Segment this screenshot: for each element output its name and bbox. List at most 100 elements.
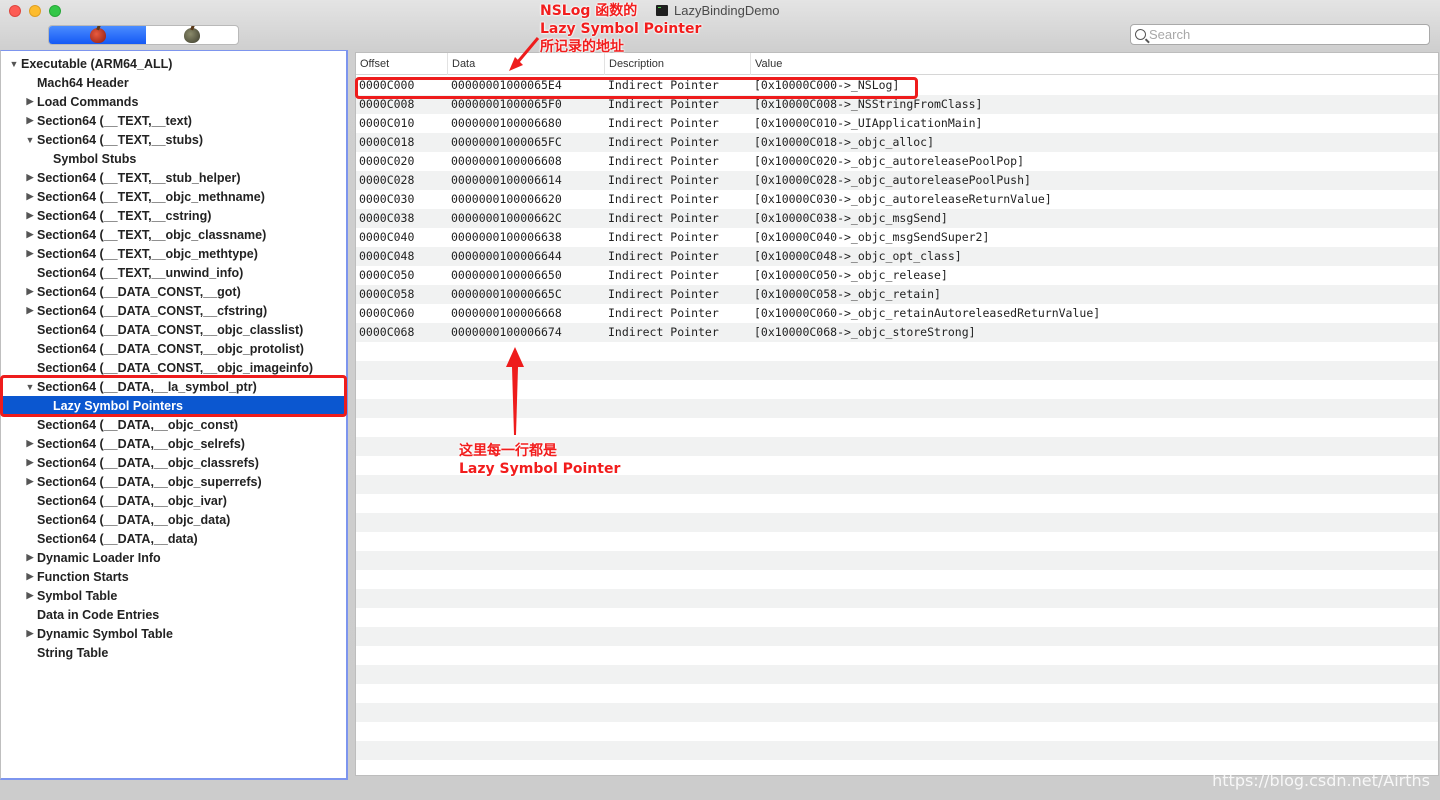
tree-item[interactable]: Section64 (__DATA,__objc_data) (1, 510, 346, 529)
tree-item[interactable]: ▶ Section64 (__TEXT,__objc_classname) (1, 225, 346, 244)
cell-data: 00000001000065FC (451, 135, 562, 149)
column-header-offset[interactable]: Offset (356, 53, 448, 75)
cell-description: Indirect Pointer (608, 192, 719, 206)
tree-item[interactable]: ▼ Section64 (__DATA,__la_symbol_ptr) (1, 377, 346, 396)
tree-item-label: Section64 (__TEXT,__objc_classname) (37, 227, 267, 242)
table-row[interactable]: 0000C020 0000000100006608 Indirect Pointer… (356, 152, 1438, 171)
cell-data: 0000000100006608 (451, 154, 562, 168)
tree-item[interactable]: ▶ Section64 (__DATA_CONST,__cfstring) (1, 301, 346, 320)
zoom-window-button[interactable] (49, 5, 61, 17)
disclosure-closed-icon[interactable]: ▶ (25, 115, 35, 126)
sidebar-tree[interactable]: ▼ Executable (ARM64_ALL) Mach64 Header ▶ Loa… (0, 50, 348, 780)
tree-item[interactable]: Lazy Symbol Pointers (1, 396, 346, 415)
tree-item[interactable]: ▶ Section64 (__TEXT,__objc_methtype) (1, 244, 346, 263)
tree-item-label: Section64 (__DATA_CONST,__cfstring) (37, 303, 268, 318)
view-mode-segmented-control (48, 25, 239, 45)
column-header-value[interactable]: Value (751, 53, 1438, 75)
tree-item[interactable]: ▶ Section64 (__TEXT,__objc_methname) (1, 187, 346, 206)
cell-offset: 0000C058 (359, 287, 415, 301)
tree-item-label: Section64 (__DATA,__data) (37, 531, 198, 546)
tree-item[interactable]: ▶ Section64 (__TEXT,__text) (1, 111, 346, 130)
cell-value: [0x10000C040->_objc_msgSendSuper2] (754, 230, 990, 244)
tree-item[interactable]: ▶ Section64 (__TEXT,__stub_helper) (1, 168, 346, 187)
cell-value: [0x10000C020->_objc_autoreleasePoolPop] (754, 154, 1025, 168)
tree-item[interactable]: ▶ Symbol Table (1, 586, 346, 605)
table-row[interactable]: 0000C038 000000010000662C Indirect Pointer… (356, 209, 1438, 228)
table-row[interactable]: 0000C058 000000010000665C Indirect Pointer… (356, 285, 1438, 304)
search-field[interactable] (1130, 24, 1430, 45)
tree-item[interactable]: ▼ Executable (ARM64_ALL) (1, 54, 346, 73)
column-header-description[interactable]: Description (605, 53, 751, 75)
tree-item[interactable]: ▶ Function Starts (1, 567, 346, 586)
table-row[interactable]: 0000C048 0000000100006644 Indirect Pointer… (356, 247, 1438, 266)
disclosure-closed-icon[interactable]: ▶ (25, 96, 35, 107)
tree-item[interactable]: String Table (1, 643, 346, 662)
tree-item[interactable]: Symbol Stubs (1, 149, 346, 168)
tree-item[interactable]: ▶ Section64 (__DATA,__objc_classrefs) (1, 453, 346, 472)
tree-item[interactable]: Section64 (__DATA,__data) (1, 529, 346, 548)
table-row[interactable]: 0000C018 00000001000065FC Indirect Pointer… (356, 133, 1438, 152)
search-input[interactable] (1149, 27, 1419, 42)
disclosure-closed-icon[interactable]: ▶ (25, 438, 35, 449)
segment-raw[interactable] (49, 26, 146, 44)
tree-item[interactable]: ▶ Dynamic Symbol Table (1, 624, 346, 643)
tree-item[interactable]: Mach64 Header (1, 73, 346, 92)
disclosure-closed-icon[interactable]: ▶ (25, 248, 35, 259)
tree-item[interactable]: ▼ Section64 (__TEXT,__stubs) (1, 130, 346, 149)
disclosure-open-icon[interactable]: ▼ (25, 135, 35, 145)
disclosure-closed-icon[interactable]: ▶ (25, 457, 35, 468)
disclosure-closed-icon[interactable]: ▶ (25, 210, 35, 221)
empty-table-row (356, 703, 1438, 722)
table-row[interactable]: 0000C030 0000000100006620 Indirect Pointer… (356, 190, 1438, 209)
disclosure-closed-icon[interactable]: ▶ (25, 172, 35, 183)
tree-item-label: Section64 (__TEXT,__stub_helper) (37, 170, 241, 185)
tree-item[interactable]: Section64 (__DATA,__objc_ivar) (1, 491, 346, 510)
table-row[interactable]: 0000C010 0000000100006680 Indirect Pointer… (356, 114, 1438, 133)
tree-item[interactable]: ▶ Section64 (__TEXT,__cstring) (1, 206, 346, 225)
table-row[interactable]: 0000C060 0000000100006668 Indirect Pointer… (356, 304, 1438, 323)
cell-description: Indirect Pointer (608, 306, 719, 320)
table-row[interactable]: 0000C050 0000000100006650 Indirect Pointer… (356, 266, 1438, 285)
disclosure-closed-icon[interactable]: ▶ (25, 229, 35, 240)
disclosure-closed-icon[interactable]: ▶ (25, 571, 35, 582)
empty-table-row (356, 608, 1438, 627)
disclosure-open-icon[interactable]: ▼ (9, 59, 19, 69)
table-row[interactable]: 0000C040 0000000100006638 Indirect Pointer… (356, 228, 1438, 247)
disclosure-closed-icon[interactable]: ▶ (25, 628, 35, 639)
cell-data: 0000000100006668 (451, 306, 562, 320)
cell-description: Indirect Pointer (608, 268, 719, 282)
cell-value: [0x10000C060->_objc_retainAutoreleasedRe… (754, 306, 1101, 320)
close-window-button[interactable] (9, 5, 21, 17)
tree-item[interactable]: ▶ Section64 (__DATA,__objc_selrefs) (1, 434, 346, 453)
tree-item[interactable]: Section64 (__DATA_CONST,__objc_protolist… (1, 339, 346, 358)
tree-item[interactable]: Data in Code Entries (1, 605, 346, 624)
disclosure-open-icon[interactable]: ▼ (25, 382, 35, 392)
cell-data: 00000001000065E4 (451, 78, 562, 92)
tree-item[interactable]: ▶ Dynamic Loader Info (1, 548, 346, 567)
tree-item[interactable]: ▶ Load Commands (1, 92, 346, 111)
disclosure-closed-icon[interactable]: ▶ (25, 286, 35, 297)
cell-data: 0000000100006680 (451, 116, 562, 130)
table-row[interactable]: 0000C008 00000001000065F0 Indirect Pointer… (356, 95, 1438, 114)
segment-rva[interactable] (146, 26, 238, 44)
tree-item[interactable]: ▶ Section64 (__DATA,__objc_superrefs) (1, 472, 346, 491)
disclosure-closed-icon[interactable]: ▶ (25, 476, 35, 487)
tree-item[interactable]: Section64 (__DATA_CONST,__objc_imageinfo… (1, 358, 346, 377)
cell-data: 0000000100006650 (451, 268, 562, 282)
disclosure-closed-icon[interactable]: ▶ (25, 590, 35, 601)
tree-item[interactable]: ▶ Section64 (__DATA_CONST,__got) (1, 282, 346, 301)
tree-item-label: Symbol Stubs (53, 151, 137, 166)
tree-item[interactable]: Section64 (__TEXT,__unwind_info) (1, 263, 346, 282)
tree-item[interactable]: Section64 (__DATA_CONST,__objc_classlist… (1, 320, 346, 339)
tree-item-label: Section64 (__DATA_CONST,__objc_protolist… (37, 341, 304, 356)
table-row[interactable]: 0000C000 00000001000065E4 Indirect Pointer… (356, 76, 1438, 95)
tree-item[interactable]: Section64 (__DATA,__objc_const) (1, 415, 346, 434)
cell-description: Indirect Pointer (608, 211, 719, 225)
disclosure-closed-icon[interactable]: ▶ (25, 552, 35, 563)
table-row[interactable]: 0000C028 0000000100006614 Indirect Pointer… (356, 171, 1438, 190)
disclosure-closed-icon[interactable]: ▶ (25, 191, 35, 202)
cell-value: [0x10000C058->_objc_retain] (754, 287, 941, 301)
table-row[interactable]: 0000C068 0000000100006674 Indirect Pointer… (356, 323, 1438, 342)
disclosure-closed-icon[interactable]: ▶ (25, 305, 35, 316)
minimize-window-button[interactable] (29, 5, 41, 17)
